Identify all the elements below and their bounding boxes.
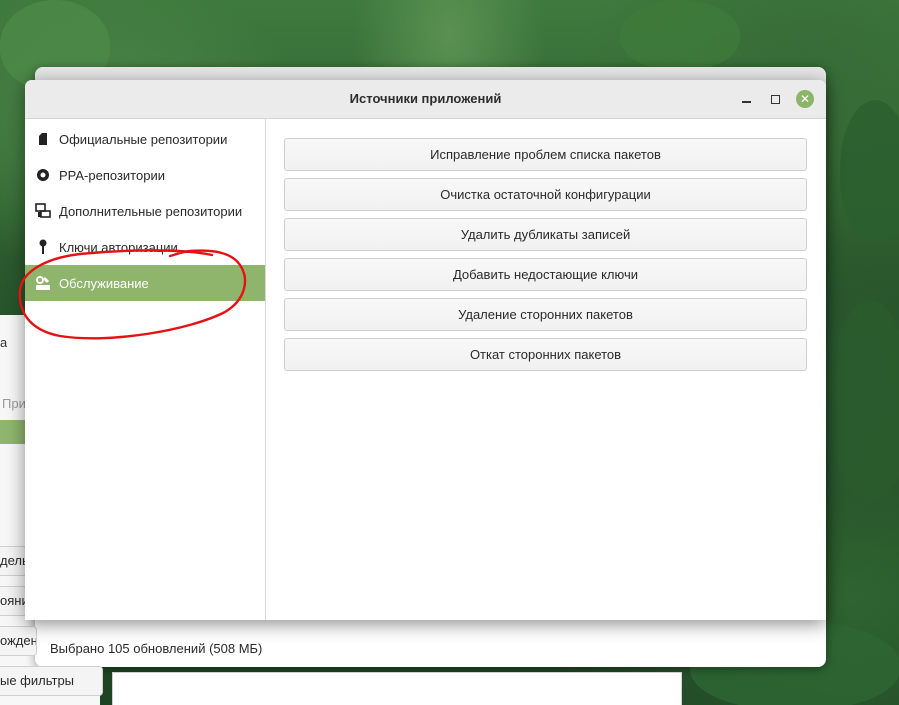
background-window-button[interactable]: ые фильтры <box>0 666 103 696</box>
add-missing-keys-button[interactable]: Добавить недостающие ключи <box>284 258 807 291</box>
maximize-icon <box>770 94 780 104</box>
sidebar-item-ppa-repositories[interactable]: PPA-репозитории <box>25 157 265 193</box>
close-icon: ✕ <box>799 92 811 106</box>
sidebar-item-label: Ключи авторизации <box>59 239 178 255</box>
sidebar-item-authentication-keys[interactable]: Ключи авторизации <box>25 229 265 265</box>
background-window-text: При <box>2 396 26 411</box>
minimize-button[interactable] <box>736 89 756 109</box>
sidebar-item-maintenance[interactable]: Обслуживание <box>25 265 265 301</box>
remove-foreign-packages-button[interactable]: Удаление сторонних пакетов <box>284 298 807 331</box>
background-window-button[interactable]: ояни <box>0 586 27 616</box>
downgrade-foreign-packages-button[interactable]: Откат сторонних пакетов <box>284 338 807 371</box>
background-window-selection <box>0 420 25 444</box>
package-icon <box>35 131 51 147</box>
background-window-text: а <box>0 335 8 350</box>
maintenance-panel: Исправление проблем списка пакетов Очист… <box>266 119 826 620</box>
window-title: Источники приложений <box>349 91 502 106</box>
sidebar-item-label: Официальные репозитории <box>59 131 228 147</box>
background-window-status: Выбрано 105 обновлений (508 МБ) <box>50 641 263 656</box>
background-tree <box>620 0 740 70</box>
maintenance-icon <box>35 275 51 291</box>
remove-duplicate-entries-button[interactable]: Удалить дубликаты записей <box>284 218 807 251</box>
network-icon <box>35 203 51 219</box>
sidebar-item-additional-repositories[interactable]: Дополнительные репозитории <box>25 193 265 229</box>
sidebar: Официальные репозитории PPA-репозитории … <box>25 119 266 620</box>
key-icon <box>35 239 51 255</box>
background-window-button[interactable]: дель <box>0 546 27 576</box>
background-window-content <box>112 672 682 705</box>
minimize-icon <box>741 101 751 103</box>
maximize-button[interactable] <box>765 89 785 109</box>
sidebar-item-label: PPA-репозитории <box>59 167 165 183</box>
fix-package-list-button[interactable]: Исправление проблем списка пакетов <box>284 138 807 171</box>
background-tree <box>830 300 899 500</box>
sidebar-item-label: Дополнительные репозитории <box>59 203 243 219</box>
purge-residual-config-button[interactable]: Очистка остаточной конфигурации <box>284 178 807 211</box>
software-sources-dialog: Источники приложений ✕ Официальные репоз… <box>25 80 826 620</box>
dialog-body: Официальные репозитории PPA-репозитории … <box>25 119 826 620</box>
title-bar[interactable]: Источники приложений ✕ <box>25 80 826 119</box>
ppa-icon <box>35 167 51 183</box>
sidebar-item-label: Обслуживание <box>59 275 149 291</box>
background-tree <box>840 100 899 240</box>
sidebar-item-official-repositories[interactable]: Официальные репозитории <box>25 121 265 157</box>
background-window-button[interactable]: ожден <box>0 626 37 656</box>
close-button[interactable]: ✕ <box>796 90 814 108</box>
